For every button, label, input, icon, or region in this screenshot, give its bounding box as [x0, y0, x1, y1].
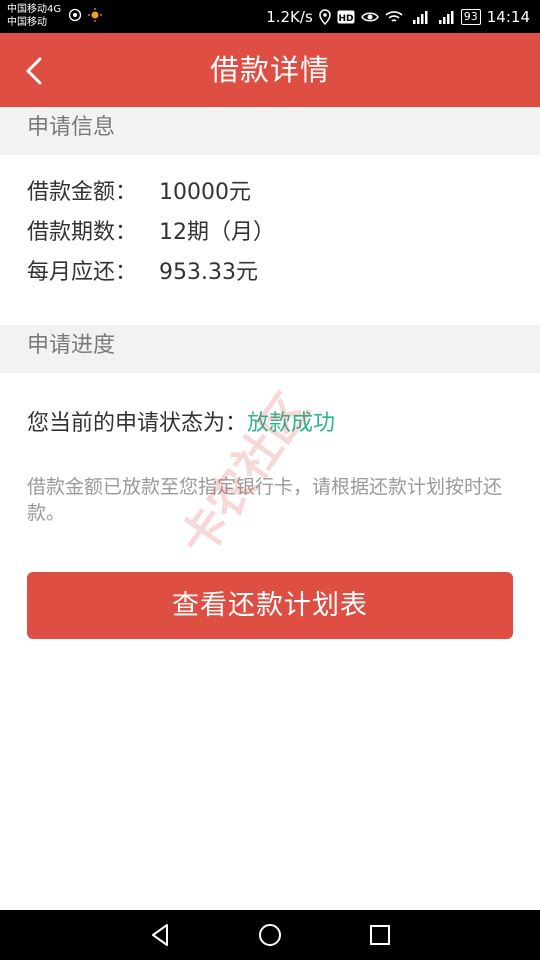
carrier-line-2: 中国移动 [7, 17, 47, 28]
info-row-amount: 借款金额： 10000元 [27, 174, 251, 206]
clock: 14:14 [486, 7, 530, 26]
info-value: 12期（月） [159, 220, 275, 245]
info-row-periods: 借款期数： 12期（月） [27, 214, 275, 246]
view-repayment-plan-button[interactable]: 查看还款计划表 [27, 572, 513, 639]
navigation-bar [0, 910, 540, 960]
carrier-info: 中国移动4G 中国移动 [7, 3, 61, 29]
status-bar: 中国移动4G 中国移动 1.2K/s HD 93 14:14 [0, 0, 540, 33]
location-icon [319, 8, 331, 25]
network-speed: 1.2K/s [266, 7, 313, 26]
page-title: 借款详情 [209, 53, 330, 87]
info-label: 借款期数： [27, 220, 138, 245]
back-triangle-icon[interactable] [147, 922, 173, 948]
carrier-line-1: 中国移动4G [7, 4, 62, 15]
home-circle-icon[interactable] [257, 922, 283, 948]
wifi-icon [385, 10, 403, 22]
section-header-progress: 申请进度 [0, 325, 540, 373]
section-header-apply-info: 申请信息 [0, 107, 540, 155]
title-bar: 借款详情 [0, 33, 540, 107]
info-value: 10000元 [159, 180, 251, 205]
svg-text:HD: HD [338, 14, 353, 24]
info-row-monthly: 每月应还： 953.33元 [27, 254, 258, 286]
hd-icon: HD [337, 10, 355, 24]
status-right: 1.2K/s HD 93 14:14 [266, 0, 530, 33]
repayment-notice: 借款金额已放款至您指定银行卡，请根据还款计划按时还款。 [27, 476, 503, 524]
battery-level: 93 [460, 8, 481, 25]
sun-icon [88, 8, 102, 22]
info-label: 借款金额： [27, 180, 138, 205]
application-status: 您当前的申请状态为：放款成功 [27, 405, 335, 437]
signal-4g-icon [412, 10, 428, 24]
eye-icon [360, 12, 379, 21]
info-value: 953.33元 [159, 260, 258, 285]
signal-icon [438, 10, 454, 24]
info-label: 每月应还： [27, 260, 138, 285]
recents-square-icon[interactable] [367, 922, 393, 948]
target-icon [68, 8, 82, 22]
status-value: 放款成功 [247, 411, 336, 436]
notification-icons [68, 8, 102, 22]
status-label: 您当前的申请状态为： [27, 411, 248, 436]
